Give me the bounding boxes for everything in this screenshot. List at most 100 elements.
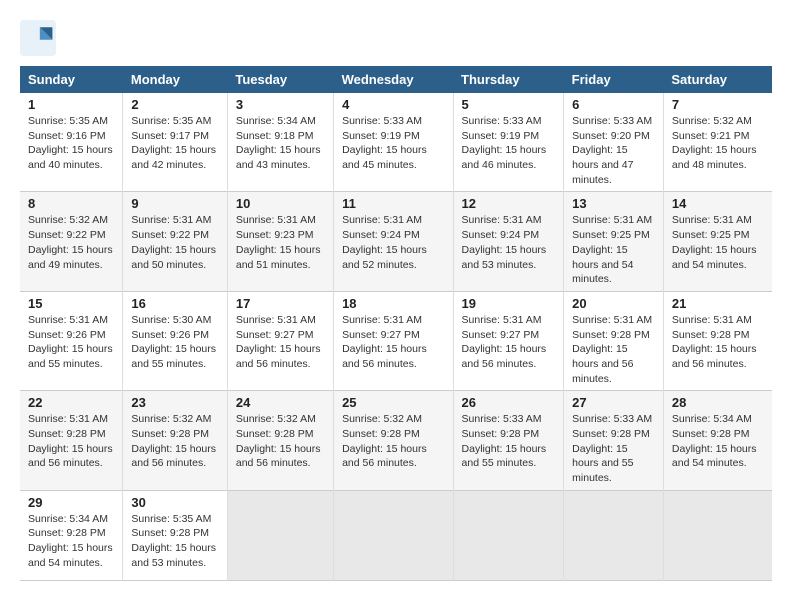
- day-info: Sunrise: 5:35 AM Sunset: 9:17 PM Dayligh…: [131, 114, 218, 173]
- day-number: 29: [28, 495, 114, 510]
- day-info: Sunrise: 5:31 AM Sunset: 9:28 PM Dayligh…: [28, 412, 114, 471]
- col-saturday: Saturday: [663, 66, 772, 93]
- col-tuesday: Tuesday: [227, 66, 333, 93]
- calendar-cell: [453, 490, 564, 580]
- day-number: 9: [131, 196, 218, 211]
- day-number: 16: [131, 296, 218, 311]
- calendar-cell: 6 Sunrise: 5:33 AM Sunset: 9:20 PM Dayli…: [564, 93, 664, 192]
- day-info: Sunrise: 5:34 AM Sunset: 9:28 PM Dayligh…: [672, 412, 764, 471]
- day-number: 15: [28, 296, 114, 311]
- col-monday: Monday: [123, 66, 227, 93]
- day-info: Sunrise: 5:33 AM Sunset: 9:20 PM Dayligh…: [572, 114, 655, 187]
- calendar-week-row: 1 Sunrise: 5:35 AM Sunset: 9:16 PM Dayli…: [20, 93, 772, 192]
- day-info: Sunrise: 5:35 AM Sunset: 9:28 PM Dayligh…: [131, 512, 218, 571]
- day-number: 10: [236, 196, 325, 211]
- col-wednesday: Wednesday: [334, 66, 453, 93]
- calendar-cell: 21 Sunrise: 5:31 AM Sunset: 9:28 PM Dayl…: [663, 291, 772, 390]
- calendar-cell: 14 Sunrise: 5:31 AM Sunset: 9:25 PM Dayl…: [663, 192, 772, 291]
- day-info: Sunrise: 5:31 AM Sunset: 9:28 PM Dayligh…: [672, 313, 764, 372]
- day-number: 7: [672, 97, 764, 112]
- calendar-cell: 1 Sunrise: 5:35 AM Sunset: 9:16 PM Dayli…: [20, 93, 123, 192]
- calendar-cell: 20 Sunrise: 5:31 AM Sunset: 9:28 PM Dayl…: [564, 291, 664, 390]
- day-info: Sunrise: 5:31 AM Sunset: 9:26 PM Dayligh…: [28, 313, 114, 372]
- calendar-week-row: 29 Sunrise: 5:34 AM Sunset: 9:28 PM Dayl…: [20, 490, 772, 580]
- calendar-cell: 23 Sunrise: 5:32 AM Sunset: 9:28 PM Dayl…: [123, 391, 227, 490]
- day-number: 11: [342, 196, 444, 211]
- logo-icon: [20, 20, 56, 56]
- day-info: Sunrise: 5:31 AM Sunset: 9:25 PM Dayligh…: [572, 213, 655, 286]
- calendar-week-row: 8 Sunrise: 5:32 AM Sunset: 9:22 PM Dayli…: [20, 192, 772, 291]
- day-info: Sunrise: 5:34 AM Sunset: 9:18 PM Dayligh…: [236, 114, 325, 173]
- day-number: 13: [572, 196, 655, 211]
- calendar-cell: 9 Sunrise: 5:31 AM Sunset: 9:22 PM Dayli…: [123, 192, 227, 291]
- day-number: 26: [462, 395, 556, 410]
- calendar-cell: 17 Sunrise: 5:31 AM Sunset: 9:27 PM Dayl…: [227, 291, 333, 390]
- day-info: Sunrise: 5:31 AM Sunset: 9:22 PM Dayligh…: [131, 213, 218, 272]
- day-info: Sunrise: 5:31 AM Sunset: 9:23 PM Dayligh…: [236, 213, 325, 272]
- day-number: 28: [672, 395, 764, 410]
- day-info: Sunrise: 5:32 AM Sunset: 9:22 PM Dayligh…: [28, 213, 114, 272]
- calendar-cell: 12 Sunrise: 5:31 AM Sunset: 9:24 PM Dayl…: [453, 192, 564, 291]
- calendar-cell: 3 Sunrise: 5:34 AM Sunset: 9:18 PM Dayli…: [227, 93, 333, 192]
- col-friday: Friday: [564, 66, 664, 93]
- day-number: 27: [572, 395, 655, 410]
- calendar-cell: 26 Sunrise: 5:33 AM Sunset: 9:28 PM Dayl…: [453, 391, 564, 490]
- logo: [20, 20, 62, 56]
- day-number: 18: [342, 296, 444, 311]
- calendar-cell: 30 Sunrise: 5:35 AM Sunset: 9:28 PM Dayl…: [123, 490, 227, 580]
- calendar-cell: 27 Sunrise: 5:33 AM Sunset: 9:28 PM Dayl…: [564, 391, 664, 490]
- day-number: 14: [672, 196, 764, 211]
- day-number: 20: [572, 296, 655, 311]
- calendar-cell: 28 Sunrise: 5:34 AM Sunset: 9:28 PM Dayl…: [663, 391, 772, 490]
- calendar-cell: 5 Sunrise: 5:33 AM Sunset: 9:19 PM Dayli…: [453, 93, 564, 192]
- day-number: 23: [131, 395, 218, 410]
- calendar-cell: 25 Sunrise: 5:32 AM Sunset: 9:28 PM Dayl…: [334, 391, 453, 490]
- calendar-week-row: 15 Sunrise: 5:31 AM Sunset: 9:26 PM Dayl…: [20, 291, 772, 390]
- day-info: Sunrise: 5:32 AM Sunset: 9:28 PM Dayligh…: [342, 412, 444, 471]
- col-thursday: Thursday: [453, 66, 564, 93]
- calendar-cell: 18 Sunrise: 5:31 AM Sunset: 9:27 PM Dayl…: [334, 291, 453, 390]
- day-number: 25: [342, 395, 444, 410]
- day-number: 2: [131, 97, 218, 112]
- day-info: Sunrise: 5:31 AM Sunset: 9:25 PM Dayligh…: [672, 213, 764, 272]
- day-info: Sunrise: 5:32 AM Sunset: 9:28 PM Dayligh…: [131, 412, 218, 471]
- calendar-table: Sunday Monday Tuesday Wednesday Thursday…: [20, 66, 772, 581]
- calendar-cell: 19 Sunrise: 5:31 AM Sunset: 9:27 PM Dayl…: [453, 291, 564, 390]
- calendar-cell: 29 Sunrise: 5:34 AM Sunset: 9:28 PM Dayl…: [20, 490, 123, 580]
- col-sunday: Sunday: [20, 66, 123, 93]
- day-info: Sunrise: 5:30 AM Sunset: 9:26 PM Dayligh…: [131, 313, 218, 372]
- day-info: Sunrise: 5:31 AM Sunset: 9:24 PM Dayligh…: [342, 213, 444, 272]
- day-info: Sunrise: 5:33 AM Sunset: 9:28 PM Dayligh…: [462, 412, 556, 471]
- calendar-cell: 15 Sunrise: 5:31 AM Sunset: 9:26 PM Dayl…: [20, 291, 123, 390]
- calendar-week-row: 22 Sunrise: 5:31 AM Sunset: 9:28 PM Dayl…: [20, 391, 772, 490]
- calendar-cell: 16 Sunrise: 5:30 AM Sunset: 9:26 PM Dayl…: [123, 291, 227, 390]
- day-info: Sunrise: 5:31 AM Sunset: 9:24 PM Dayligh…: [462, 213, 556, 272]
- day-number: 21: [672, 296, 764, 311]
- calendar-cell: 13 Sunrise: 5:31 AM Sunset: 9:25 PM Dayl…: [564, 192, 664, 291]
- day-number: 6: [572, 97, 655, 112]
- day-number: 1: [28, 97, 114, 112]
- calendar-cell: 10 Sunrise: 5:31 AM Sunset: 9:23 PM Dayl…: [227, 192, 333, 291]
- day-info: Sunrise: 5:33 AM Sunset: 9:19 PM Dayligh…: [342, 114, 444, 173]
- calendar-cell: 11 Sunrise: 5:31 AM Sunset: 9:24 PM Dayl…: [334, 192, 453, 291]
- day-number: 8: [28, 196, 114, 211]
- calendar-cell: 7 Sunrise: 5:32 AM Sunset: 9:21 PM Dayli…: [663, 93, 772, 192]
- day-number: 17: [236, 296, 325, 311]
- day-info: Sunrise: 5:32 AM Sunset: 9:28 PM Dayligh…: [236, 412, 325, 471]
- day-number: 24: [236, 395, 325, 410]
- day-number: 5: [462, 97, 556, 112]
- day-number: 12: [462, 196, 556, 211]
- day-number: 22: [28, 395, 114, 410]
- calendar-cell: 8 Sunrise: 5:32 AM Sunset: 9:22 PM Dayli…: [20, 192, 123, 291]
- day-number: 30: [131, 495, 218, 510]
- calendar-cell: [564, 490, 664, 580]
- day-info: Sunrise: 5:32 AM Sunset: 9:21 PM Dayligh…: [672, 114, 764, 173]
- calendar-cell: [334, 490, 453, 580]
- calendar-header-row: Sunday Monday Tuesday Wednesday Thursday…: [20, 66, 772, 93]
- day-info: Sunrise: 5:34 AM Sunset: 9:28 PM Dayligh…: [28, 512, 114, 571]
- day-info: Sunrise: 5:31 AM Sunset: 9:27 PM Dayligh…: [236, 313, 325, 372]
- calendar-cell: [663, 490, 772, 580]
- calendar-cell: 4 Sunrise: 5:33 AM Sunset: 9:19 PM Dayli…: [334, 93, 453, 192]
- calendar-cell: 2 Sunrise: 5:35 AM Sunset: 9:17 PM Dayli…: [123, 93, 227, 192]
- day-number: 19: [462, 296, 556, 311]
